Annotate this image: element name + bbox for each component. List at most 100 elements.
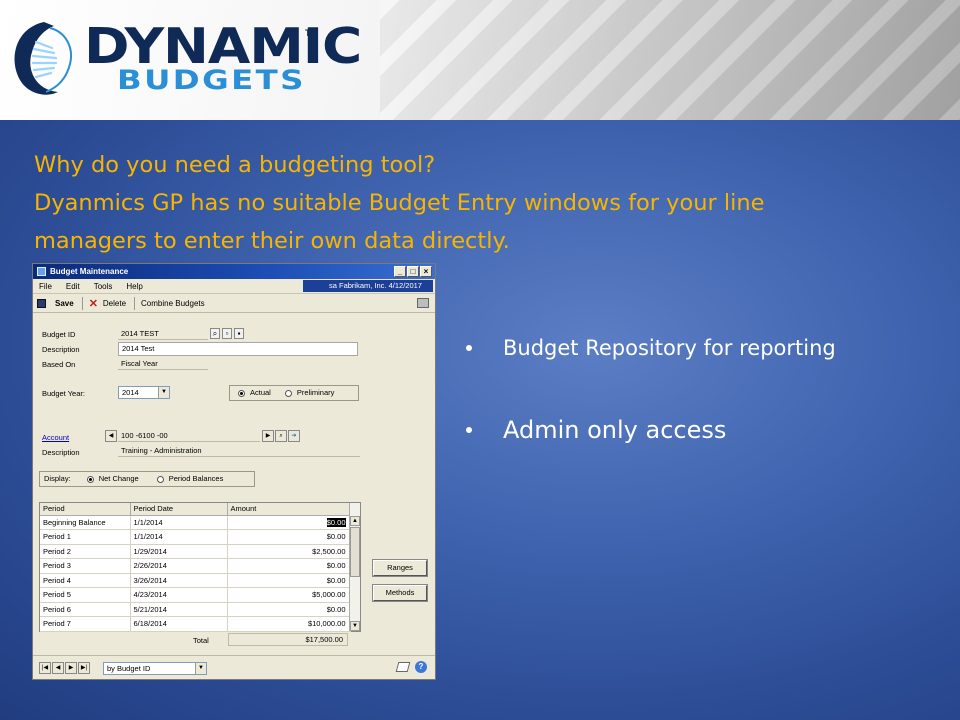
methods-button[interactable]: Methods (372, 584, 428, 602)
budget-id-field[interactable]: 2014 TEST (118, 328, 208, 340)
combine-budgets-button[interactable]: Combine Budgets (141, 299, 205, 308)
table-row[interactable]: Period 7 6/18/2014 $10,000.00 (40, 616, 351, 632)
account-prev-icon[interactable]: ◀ (105, 430, 117, 442)
budget-id-label: Budget ID (42, 330, 76, 339)
help-icon[interactable]: ? (415, 661, 427, 673)
bullet-item: Budget Repository for reporting (466, 336, 836, 360)
sort-by-select[interactable]: by Budget ID ▼ (103, 662, 207, 675)
minimize-button[interactable]: _ (394, 266, 406, 277)
amount-cell[interactable]: $2,500.00 (227, 544, 351, 559)
preliminary-radio[interactable] (284, 389, 292, 397)
column-header-period[interactable]: Period (40, 503, 131, 516)
amount-value: $0.00 (326, 517, 346, 527)
budget-year-label: Budget Year: (42, 389, 85, 398)
toolbar-separator (81, 296, 83, 310)
budget-maintenance-window: Budget Maintenance _ □ × File Edit Tools… (32, 263, 436, 680)
toolbar-separator (134, 296, 136, 310)
next-record-icon[interactable]: ▶ (65, 662, 77, 674)
amount-cell[interactable]: $0.00 (227, 558, 351, 574)
date-cell: 1/1/2014 (130, 529, 228, 545)
table-row[interactable]: Period 2 1/29/2014 $2,500.00 (40, 544, 351, 559)
actual-label: Actual (250, 388, 271, 397)
window-title: Budget Maintenance (50, 267, 129, 276)
menu-help[interactable]: Help (126, 282, 142, 291)
last-record-icon[interactable]: ▶| (78, 662, 90, 674)
account-goto-icon[interactable]: ➔ (288, 430, 300, 442)
bullet-text: Budget Repository for reporting (503, 336, 836, 360)
delete-icon: ✕ (88, 297, 98, 310)
window-titlebar[interactable]: Budget Maintenance _ □ × (33, 264, 435, 279)
company-info: sa Fabrikam, Inc. 4/12/2017 (303, 280, 433, 292)
column-header-period-date[interactable]: Period Date (130, 503, 228, 516)
column-header-amount[interactable]: Amount (227, 503, 351, 516)
amount-cell[interactable]: $0.00 (227, 573, 351, 588)
bullet-dot-icon (466, 427, 472, 433)
period-cell: Period 4 (40, 573, 131, 588)
lookup-icon[interactable]: ⌕ (210, 328, 220, 339)
note-icon[interactable] (395, 662, 411, 672)
table-row[interactable]: Period 6 5/21/2014 $0.00 (40, 602, 351, 617)
bullet-item: Admin only access (466, 416, 726, 444)
note-icon[interactable]: ▫ (222, 328, 232, 339)
toolbar: Save ✕ Delete Combine Budgets (33, 294, 435, 313)
account-lookup-icon[interactable]: ⌕ (275, 430, 287, 442)
grid-scrollbar[interactable]: ▲ ▼ (349, 503, 360, 631)
logo-swirl-icon (14, 22, 72, 95)
headline: Why do you need a budgeting tool? Dyanmi… (34, 146, 934, 260)
bullet-text: Admin only access (503, 416, 727, 444)
maximize-button[interactable]: □ (407, 266, 419, 277)
delete-button[interactable]: ✕ Delete (89, 297, 126, 310)
date-cell: 2/26/2014 (130, 558, 228, 574)
date-cell: 5/21/2014 (130, 602, 228, 617)
amount-cell[interactable]: $0.00 (227, 515, 351, 530)
account-field[interactable]: 100 -6100 -00 (118, 430, 260, 442)
description-label: Description (42, 345, 80, 354)
date-cell: 1/29/2014 (130, 544, 228, 559)
account-next-icon[interactable]: ▶ (262, 430, 274, 442)
table-row[interactable]: Period 3 2/26/2014 $0.00 (40, 558, 351, 574)
based-on-label: Based On (42, 360, 76, 369)
actual-radio[interactable] (238, 389, 245, 397)
headline-line-2: Dyanmics GP has no suitable Budget Entry… (34, 190, 765, 216)
sort-by-value: by Budget ID (107, 664, 151, 673)
amount-cell[interactable]: $5,000.00 (227, 587, 351, 603)
total-value: $17,500.00 (228, 633, 348, 646)
period-cell: Period 3 (40, 558, 131, 574)
period-cell: Period 6 (40, 602, 131, 617)
budget-year-select[interactable]: 2014 ▼ (118, 386, 170, 399)
date-cell: 3/26/2014 (130, 573, 228, 588)
based-on-field: Fiscal Year (118, 358, 208, 370)
save-button[interactable]: Save (37, 298, 74, 308)
table-row[interactable]: Beginning Balance 1/1/2014 $0.00 (40, 515, 351, 530)
net-change-radio[interactable] (86, 475, 94, 483)
ranges-button[interactable]: Ranges (372, 559, 428, 577)
amount-cell[interactable]: $0.00 (227, 529, 351, 545)
table-row[interactable]: Period 5 4/23/2014 $5,000.00 (40, 587, 351, 603)
menu-edit[interactable]: Edit (66, 282, 80, 291)
period-cell: Period 7 (40, 616, 131, 632)
scroll-thumb[interactable] (350, 527, 360, 577)
period-cell: Period 1 (40, 529, 131, 545)
budget-period-grid: Period Period Date Amount Beginning Bala… (39, 502, 361, 632)
description-field[interactable]: 2014 Test (118, 342, 358, 356)
period-balances-radio[interactable] (156, 475, 164, 483)
lock-icon[interactable]: ▪ (234, 328, 244, 339)
close-button[interactable]: × (420, 266, 432, 277)
account-link[interactable]: Account (42, 433, 69, 442)
menu-file[interactable]: File (39, 282, 52, 291)
amount-cell[interactable]: $0.00 (227, 602, 351, 617)
date-cell: 1/1/2014 (130, 515, 228, 530)
table-row[interactable]: Period 4 3/26/2014 $0.00 (40, 573, 351, 588)
amount-cell[interactable]: $10,000.00 (227, 616, 351, 632)
previous-record-icon[interactable]: ◀ (52, 662, 64, 674)
account-description-label: Description (42, 448, 80, 457)
net-change-label: Net Change (98, 474, 139, 483)
first-record-icon[interactable]: |◀ (39, 662, 51, 674)
chevron-down-icon: ▼ (158, 387, 169, 398)
save-icon (37, 298, 46, 308)
table-row[interactable]: Period 1 1/1/2014 $0.00 (40, 529, 351, 545)
scroll-up-icon[interactable]: ▲ (350, 516, 360, 526)
print-icon[interactable] (417, 298, 429, 308)
menu-tools[interactable]: Tools (94, 282, 113, 291)
scroll-down-icon[interactable]: ▼ (350, 621, 360, 631)
